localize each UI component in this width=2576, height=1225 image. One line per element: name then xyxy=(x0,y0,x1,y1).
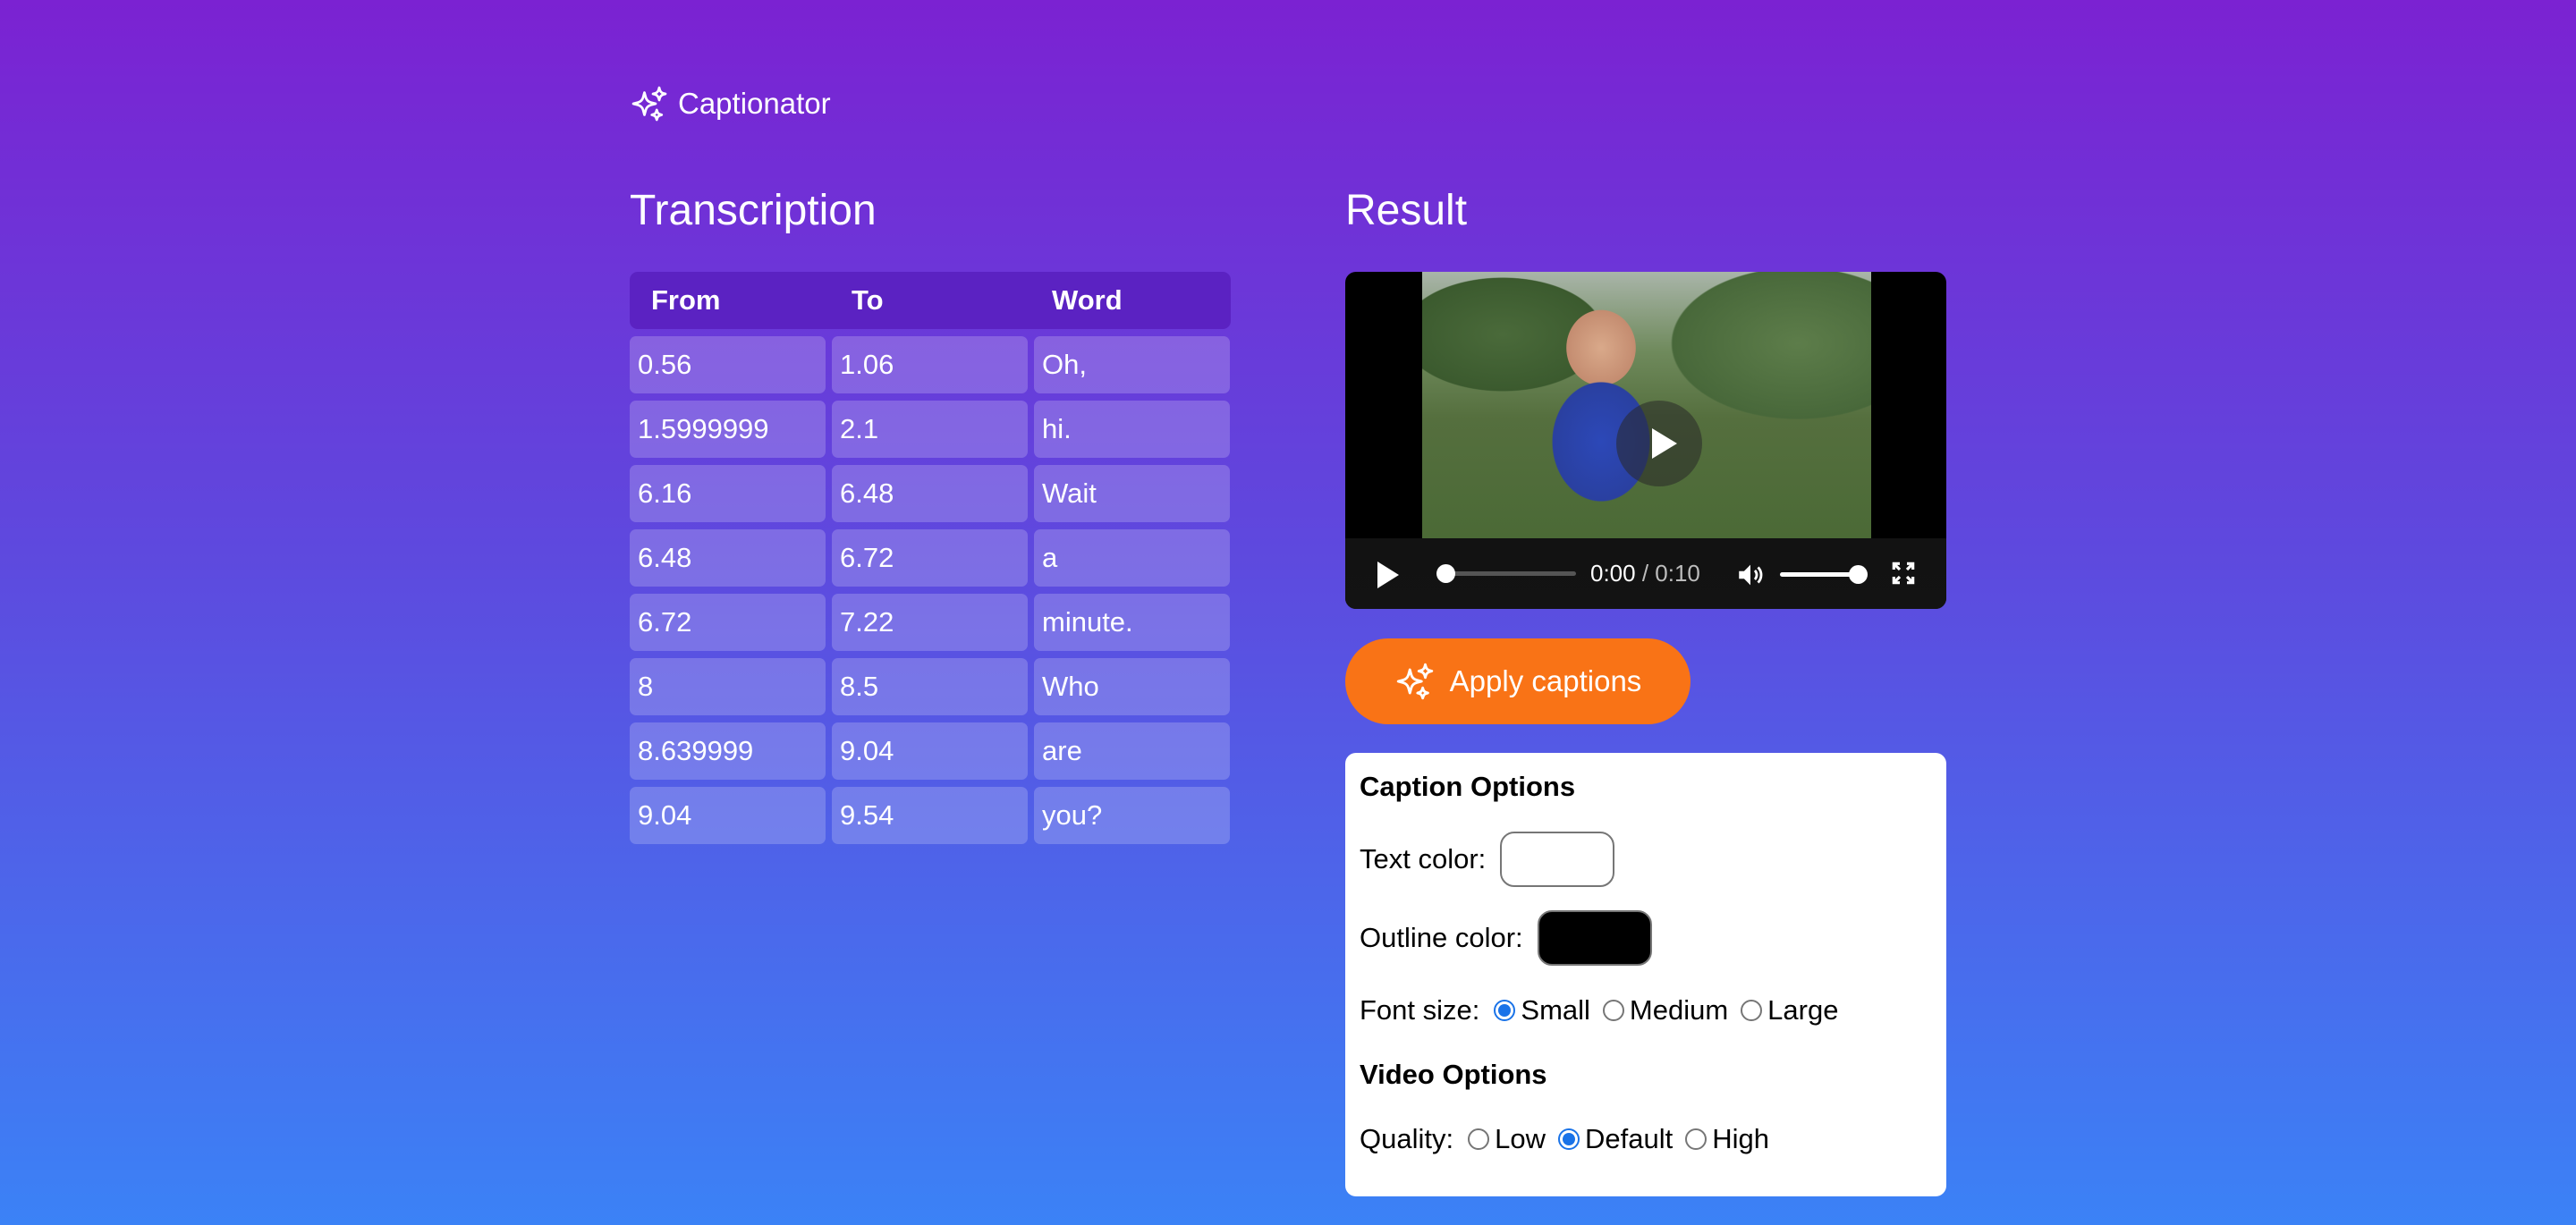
cell-from[interactable]: 9.04 xyxy=(630,787,826,844)
cell-to[interactable]: 6.72 xyxy=(832,529,1028,587)
cell-from[interactable]: 6.16 xyxy=(630,465,826,522)
transcription-table: From To Word 0.56 1.06 Oh, 1.5999999 2.1… xyxy=(630,272,1231,844)
cell-word[interactable]: Who xyxy=(1034,658,1230,715)
volume-slider[interactable] xyxy=(1780,565,1868,584)
current-time: 0:00 xyxy=(1590,560,1636,587)
cell-from[interactable]: 0.56 xyxy=(630,336,826,393)
brand[interactable]: Captionator xyxy=(630,84,831,123)
play-icon[interactable] xyxy=(1377,562,1399,588)
font-size-large-radio[interactable] xyxy=(1741,1000,1763,1021)
font-size-small-label[interactable]: Small xyxy=(1521,994,1590,1026)
video-player[interactable]: 0:00 / 0:10 xyxy=(1345,272,1946,609)
quality-label: Quality: xyxy=(1360,1123,1454,1154)
cell-word[interactable]: hi. xyxy=(1034,401,1230,458)
brand-name: Captionator xyxy=(678,87,831,120)
table-row: 8 8.5 Who xyxy=(630,658,1231,715)
column-header-from: From xyxy=(651,284,721,316)
quality-row: Quality: Low Default High xyxy=(1360,1123,1769,1155)
cell-to[interactable]: 8.5 xyxy=(832,658,1028,715)
outline-color-label: Outline color: xyxy=(1360,922,1523,953)
cell-to[interactable]: 7.22 xyxy=(832,594,1028,651)
quality-default-label[interactable]: Default xyxy=(1585,1123,1673,1155)
cell-to[interactable]: 9.54 xyxy=(832,787,1028,844)
cell-word[interactable]: you? xyxy=(1034,787,1230,844)
cell-to[interactable]: 1.06 xyxy=(832,336,1028,393)
volume-icon[interactable] xyxy=(1735,560,1766,590)
sparkles-icon xyxy=(1396,663,1433,700)
font-size-medium-label[interactable]: Medium xyxy=(1630,994,1728,1026)
cell-from[interactable]: 8 xyxy=(630,658,826,715)
cell-from[interactable]: 1.5999999 xyxy=(630,401,826,458)
outline-color-row: Outline color: xyxy=(1360,910,1652,966)
quality-high-radio[interactable] xyxy=(1685,1128,1707,1150)
quality-high-label[interactable]: High xyxy=(1712,1123,1769,1155)
video-controls: 0:00 / 0:10 xyxy=(1345,538,1946,609)
outline-color-picker[interactable] xyxy=(1537,910,1652,966)
table-row: 6.48 6.72 a xyxy=(630,529,1231,587)
cell-to[interactable]: 6.48 xyxy=(832,465,1028,522)
quality-default-radio[interactable] xyxy=(1557,1128,1580,1150)
sparkles-icon xyxy=(631,86,667,122)
font-size-medium-radio[interactable] xyxy=(1602,1000,1624,1021)
cell-word[interactable]: are xyxy=(1034,722,1230,780)
cell-word[interactable]: Oh, xyxy=(1034,336,1230,393)
text-color-picker[interactable] xyxy=(1500,832,1615,887)
text-color-label: Text color: xyxy=(1360,843,1487,874)
table-row: 6.72 7.22 minute. xyxy=(630,594,1231,651)
table-row: 0.56 1.06 Oh, xyxy=(630,336,1231,393)
options-panel: Caption Options Text color: Outline colo… xyxy=(1345,753,1946,1196)
table-row: 8.639999 9.04 are xyxy=(630,722,1231,780)
cell-from[interactable]: 6.48 xyxy=(630,529,826,587)
caption-options-heading: Caption Options xyxy=(1360,771,1576,802)
volume-thumb[interactable] xyxy=(1849,565,1868,584)
video-options-heading: Video Options xyxy=(1360,1059,1547,1090)
result-title: Result xyxy=(1345,187,1468,234)
table-row: 9.04 9.54 you? xyxy=(630,787,1231,844)
time-display: 0:00 / 0:10 xyxy=(1590,560,1700,587)
cell-to[interactable]: 2.1 xyxy=(832,401,1028,458)
duration: / 0:10 xyxy=(1641,560,1700,587)
cell-to[interactable]: 9.04 xyxy=(832,722,1028,780)
table-row: 6.16 6.48 Wait xyxy=(630,465,1231,522)
fullscreen-icon[interactable] xyxy=(1889,559,1918,587)
font-size-large-label[interactable]: Large xyxy=(1767,994,1838,1026)
font-size-row: Font size: Small Medium Large xyxy=(1360,994,1838,1026)
cell-from[interactable]: 8.639999 xyxy=(630,722,826,780)
cell-word[interactable]: a xyxy=(1034,529,1230,587)
table-row: 1.5999999 2.1 hi. xyxy=(630,401,1231,458)
transcription-title: Transcription xyxy=(630,187,877,234)
quality-low-label[interactable]: Low xyxy=(1495,1123,1546,1155)
font-size-label: Font size: xyxy=(1360,994,1480,1026)
apply-captions-label: Apply captions xyxy=(1449,664,1642,697)
text-color-row: Text color: xyxy=(1360,832,1615,887)
font-size-small-radio[interactable] xyxy=(1494,1000,1516,1021)
quality-low-radio[interactable] xyxy=(1468,1128,1490,1150)
apply-captions-button[interactable]: Apply captions xyxy=(1345,638,1690,724)
seek-thumb[interactable] xyxy=(1436,564,1455,583)
column-header-to: To xyxy=(852,284,884,316)
cell-word[interactable]: Wait xyxy=(1034,465,1230,522)
table-header: From To Word xyxy=(630,272,1231,329)
cell-from[interactable]: 6.72 xyxy=(630,594,826,651)
cell-word[interactable]: minute. xyxy=(1034,594,1230,651)
seek-bar[interactable] xyxy=(1436,564,1576,583)
column-header-word: Word xyxy=(1052,284,1123,316)
big-play-button[interactable] xyxy=(1616,401,1702,486)
